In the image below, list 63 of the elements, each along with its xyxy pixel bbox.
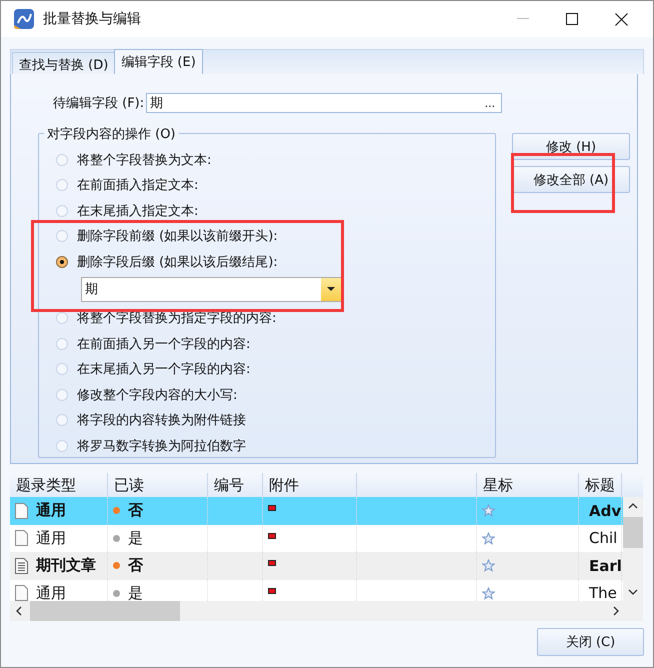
attachment-icon: [268, 588, 276, 594]
option-label: 在前面插入另一个字段的内容:: [77, 336, 250, 353]
document-icon: [15, 585, 28, 601]
field-label: 待编辑字段 (F):: [53, 95, 144, 112]
maximize-icon[interactable]: [566, 13, 578, 25]
modify-button[interactable]: 修改 (H): [512, 133, 630, 160]
attachment-icon: [268, 505, 276, 511]
scroll-up-icon[interactable]: [628, 503, 638, 509]
option-label: 在前面插入指定文本:: [77, 177, 198, 194]
star-icon[interactable]: [482, 559, 495, 572]
status-dot-icon: [113, 562, 120, 570]
attachment-icon: [268, 560, 276, 566]
table-cell: 是: [128, 528, 143, 548]
table-cell: The: [589, 584, 617, 601]
radio-button[interactable]: [56, 256, 68, 268]
table-cell: Earl: [589, 556, 621, 575]
table-cell: 是: [128, 584, 143, 601]
field-input[interactable]: 期 ...: [146, 93, 502, 113]
modify-button[interactable]: 修改全部 (A): [512, 166, 630, 193]
option-label: 修改整个字段内容的大小写:: [77, 386, 238, 404]
status-dot-icon: [113, 534, 120, 542]
star-icon[interactable]: [482, 532, 495, 545]
document-icon: [15, 530, 28, 546]
vertical-scrollbar[interactable]: [623, 497, 643, 601]
browse-button[interactable]: ...: [484, 96, 496, 110]
table-cell: 通用: [36, 584, 66, 601]
table-cell: 通用: [36, 501, 66, 520]
table-cell: 通用: [36, 528, 66, 548]
table-row[interactable]: 期刊文章 否 Earl: [10, 552, 623, 580]
close-icon[interactable]: [615, 12, 628, 26]
table-cell: Chil: [589, 529, 618, 548]
status-dot-icon: [113, 590, 120, 597]
minimize-icon[interactable]: [517, 18, 529, 20]
table-row[interactable]: 通用 否 Adv: [10, 497, 623, 524]
scroll-down-icon[interactable]: [628, 589, 638, 595]
star-icon[interactable]: [482, 586, 495, 600]
horizontal-scrollbar[interactable]: [10, 601, 643, 621]
table-cell: 期刊文章: [36, 556, 96, 576]
option-label: 删除字段后缀 (如果以该后缀结尾):: [77, 254, 278, 271]
status-dot-icon: [113, 507, 120, 514]
option-label: 将字段的内容转换为附件链接: [77, 412, 246, 430]
table-cell: 否: [128, 556, 143, 576]
group-title: 对字段内容的操作 (O): [44, 125, 179, 143]
suffix-dropdown[interactable]: 期: [81, 276, 342, 302]
star-icon[interactable]: [482, 504, 495, 518]
caret-icon: [327, 287, 335, 291]
window-title: 批量替换与编辑: [43, 10, 141, 28]
app-logo-icon: [13, 8, 35, 30]
table-cell: Adv: [589, 502, 621, 520]
option-label: 将整个字段替换为文本:: [77, 152, 212, 169]
text-document-icon: [15, 558, 28, 574]
table-cell: 否: [128, 501, 143, 520]
option-label: 在末尾插入指定文本:: [77, 202, 198, 220]
scroll-right-icon[interactable]: [613, 606, 619, 616]
option-label: 在末尾插入另一个字段的内容:: [77, 361, 250, 378]
scroll-left-icon[interactable]: [16, 606, 22, 616]
option-label: 将整个字段替换为指定字段的内容:: [77, 310, 276, 328]
option-label: 删除字段前缀 (如果以该前缀开头):: [77, 228, 278, 246]
tab[interactable]: 编辑字段 (E): [114, 49, 203, 74]
close-button[interactable]: 关闭 (C): [537, 628, 644, 656]
option-label: 将罗马数字转换为阿拉伯数字: [77, 438, 246, 455]
document-icon: [15, 502, 28, 519]
attachment-icon: [268, 532, 276, 538]
